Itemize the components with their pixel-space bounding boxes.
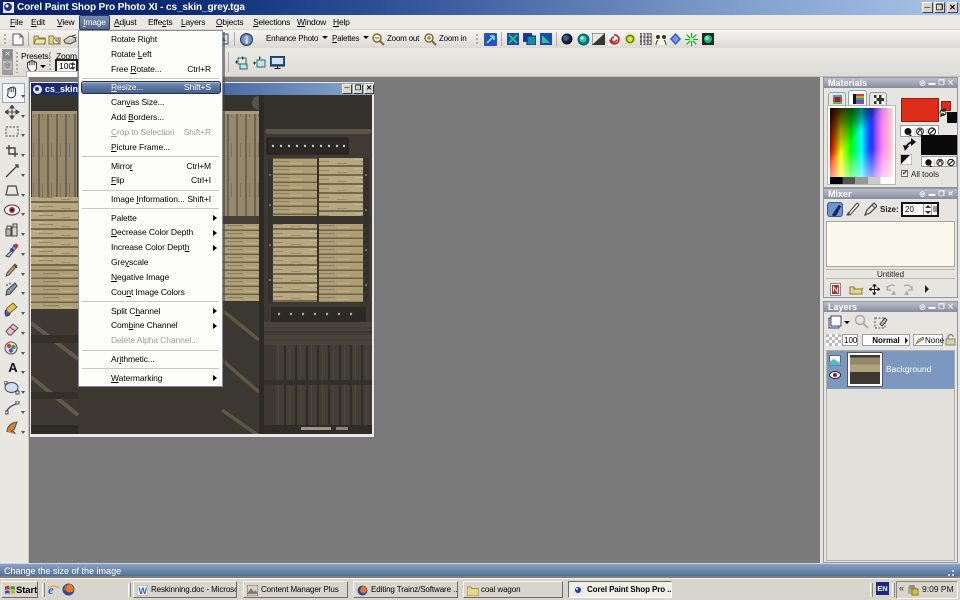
svg-text:W: W [139, 586, 148, 596]
svg-text:e: e [48, 583, 54, 596]
